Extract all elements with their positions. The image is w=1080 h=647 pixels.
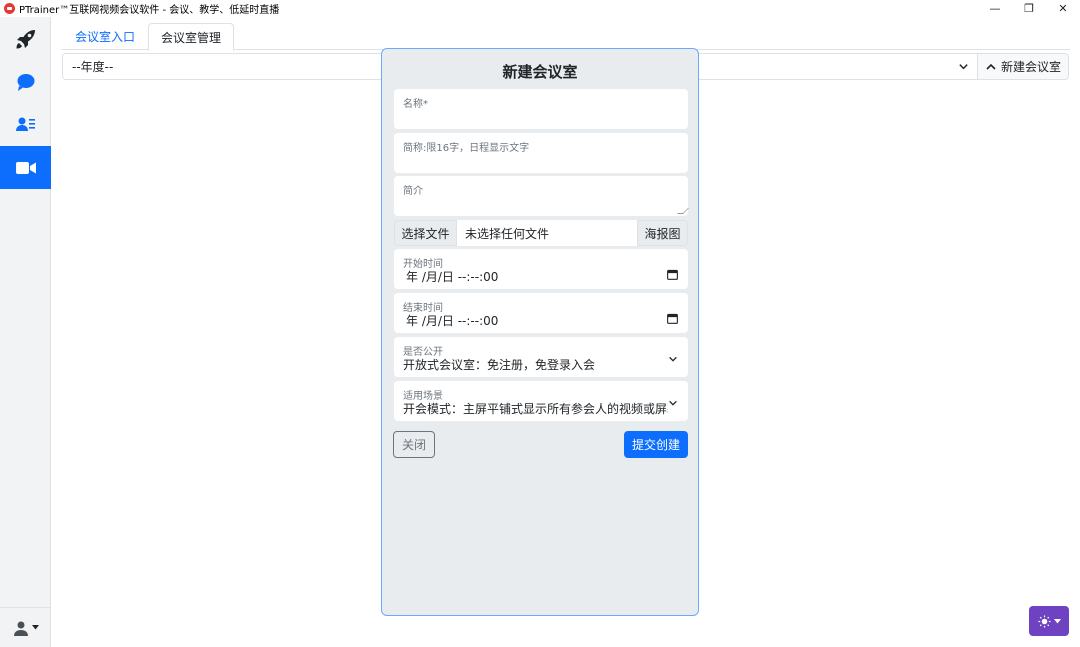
chevron-down-icon (669, 400, 677, 406)
poster-file-input: 选择文件 未选择任何文件 海报图 (394, 220, 688, 246)
calendar-icon[interactable] (667, 269, 678, 280)
sun-icon (1037, 614, 1051, 628)
short-name-field[interactable]: 简称:限16字，日程显示文字 (394, 133, 688, 173)
chevron-down-icon (959, 64, 968, 70)
user-icon (13, 621, 28, 636)
file-status: 未选择任何文件 (457, 220, 637, 246)
video-icon (15, 161, 36, 174)
end-time-value: 年 /月/日 --:--:00 (406, 314, 499, 328)
chat-icon (17, 73, 34, 91)
tab-bar: 会议室入口 会议室管理 (62, 23, 1070, 51)
caret-down-icon (1053, 618, 1061, 623)
description-field[interactable]: 简介 (394, 176, 689, 216)
app-logo-icon (4, 3, 15, 14)
new-room-dialog: 新建会议室 名称* 简称:限16字，日程显示文字 简介 选择文件 未选择任何文件… (381, 48, 699, 616)
name-field[interactable]: 名称* (394, 89, 688, 129)
user-menu[interactable] (0, 607, 51, 647)
window-controls: — ❐ ✕ (978, 0, 1080, 17)
short-name-field-label: 简称:限16字，日程显示文字 (403, 143, 530, 154)
poster-label: 海报图 (637, 220, 688, 246)
new-room-label: 新建会议室 (1000, 60, 1061, 74)
calendar-icon[interactable] (667, 313, 678, 324)
scene-select[interactable]: 适用场景 开会模式：主屏平铺式显示所有参会人的视频或屏幕 (394, 381, 688, 421)
sidebar (0, 17, 51, 647)
choose-file-button[interactable]: 选择文件 (394, 220, 457, 246)
title-bar: PTrainer™互联网视频会议软件 - 会议、教学、低延时直播 — ❐ ✕ (0, 0, 1080, 17)
close-window-button[interactable]: ✕ (1046, 0, 1080, 17)
public-select[interactable]: 是否公开 开放式会议室：免注册，免登录入会 (394, 337, 688, 377)
theme-toggle-button[interactable] (1029, 606, 1069, 636)
resize-handle-icon[interactable] (677, 208, 689, 214)
restore-button[interactable]: ❐ (1012, 0, 1046, 17)
tab-room-management[interactable]: 会议室管理 (148, 23, 235, 51)
description-field-label: 简介 (403, 186, 423, 197)
year-select-value: --年度-- (72, 60, 114, 74)
window-title: PTrainer™互联网视频会议软件 - 会议、教学、低延时直播 (19, 5, 280, 16)
chevron-up-icon (986, 63, 996, 70)
start-time-field[interactable]: 开始时间 年 /月/日 --:--:00 (394, 249, 688, 289)
caret-down-icon (31, 625, 39, 630)
chevron-down-icon (669, 356, 677, 362)
contacts-icon (15, 117, 35, 131)
new-room-toggle-button[interactable]: 新建会议室 (977, 53, 1069, 80)
tab-room-entrance[interactable]: 会议室入口 (62, 23, 148, 50)
scene-select-value: 开会模式：主屏平铺式显示所有参会人的视频或屏幕 (403, 402, 668, 416)
sidebar-item-launch[interactable] (0, 17, 51, 60)
name-field-label: 名称* (403, 99, 428, 110)
close-dialog-button[interactable]: 关闭 (393, 431, 435, 458)
public-select-value: 开放式会议室：免注册，免登录入会 (403, 358, 596, 372)
sidebar-item-video[interactable] (0, 146, 51, 189)
rocket-icon (16, 29, 35, 48)
start-time-value: 年 /月/日 --:--:00 (406, 270, 499, 284)
minimize-button[interactable]: — (978, 0, 1012, 17)
sidebar-item-chat[interactable] (0, 60, 51, 103)
sidebar-item-contacts[interactable] (0, 103, 51, 146)
dialog-title: 新建会议室 (502, 63, 578, 81)
submit-create-button[interactable]: 提交创建 (624, 431, 688, 458)
end-time-field[interactable]: 结束时间 年 /月/日 --:--:00 (394, 293, 688, 333)
